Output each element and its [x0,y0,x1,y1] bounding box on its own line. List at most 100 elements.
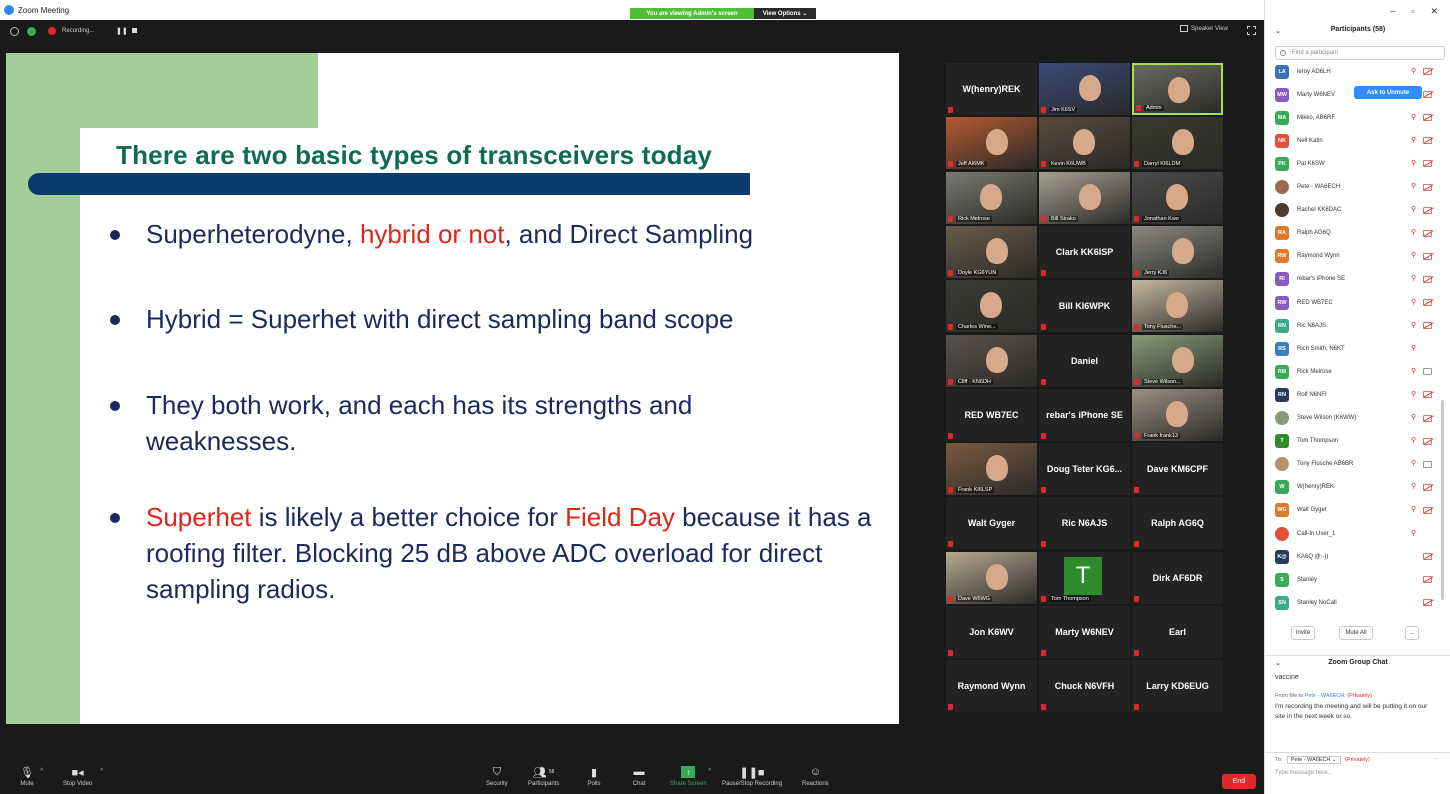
participant-row[interactable]: W W(henry)REK ⚲ [1265,476,1450,499]
participant-row[interactable]: PK Pat K6SW ⚲ [1265,152,1450,175]
mute-options-chevron-icon[interactable]: ^ [40,768,43,775]
video-tile[interactable]: Doyle KG6YUN [946,225,1037,278]
participant-name: Rick Melrose [1297,368,1332,375]
end-meeting-button[interactable]: End [1222,774,1256,789]
reactions-button[interactable]: ☺ Reactions [802,766,829,787]
video-tile[interactable]: Dave W6WG [946,551,1037,604]
mute-button[interactable]: 🎙︎ Mute [20,766,34,788]
participant-row[interactable]: Steve Wilson (K6WW) ⚲ [1265,407,1450,430]
participants-scrollbar[interactable] [1441,400,1444,600]
chat-button[interactable]: ▬ Chat [632,766,646,787]
share-options-chevron-icon[interactable]: ^ [708,768,711,775]
view-options-button[interactable]: View Options ⌄ [754,8,816,19]
video-options-chevron-icon[interactable]: ^ [100,768,103,775]
pause-recording-icon[interactable]: ❚❚ [116,27,128,35]
muted-mic-icon [1134,650,1139,656]
participant-row[interactable]: RI rebar's iPhone SE ⚲ [1265,268,1450,291]
maximize-icon[interactable]: ▫ [1411,6,1414,17]
participant-row[interactable]: Pete - WA6ECH ⚲ [1265,176,1450,199]
video-tile[interactable]: Larry KD6EUG [1132,660,1223,713]
fullscreen-icon[interactable] [1247,26,1256,35]
video-tile[interactable]: Daniel [1039,334,1130,387]
muted-mic-icon [1134,595,1139,602]
video-tile[interactable]: Steve Wilson... [1132,334,1223,387]
chat-message-input[interactable]: Type message here... [1275,770,1333,776]
video-tile[interactable]: Earl [1132,606,1223,658]
participant-row[interactable]: LA leroy AD6LH ⚲ [1265,60,1450,83]
video-tile[interactable]: Jeff AI6MK [946,117,1037,170]
chat-collapse-chevron-icon[interactable]: ⌄ [1275,659,1281,667]
video-tile[interactable]: Darryl KI6LDM [1132,117,1223,170]
video-tile[interactable]: Admin [1132,63,1223,115]
video-tile[interactable]: Tony Flusche... [1132,280,1223,333]
video-tile[interactable]: Marty W6NEV [1039,606,1130,658]
stop-video-button[interactable]: ■◂ Stop Video [63,766,92,788]
participant-row[interactable]: RN Rolf N6NFI ⚲ [1265,383,1450,406]
video-tile[interactable]: T Tom Thompson [1039,551,1130,604]
participant-row[interactable]: Rachel KK6DAC ⚲ [1265,199,1450,222]
participant-row[interactable]: MA Mikko, AB6RF ⚲ [1265,106,1450,129]
video-tile[interactable]: Cliff - KN6DH [946,334,1037,387]
participant-row[interactable]: RN Ric N6AJS ⚲ [1265,314,1450,337]
participant-search-input[interactable]: Find a participant [1275,46,1445,60]
muted-mic-icon [948,269,953,276]
participant-row[interactable]: K@ KA6Q @:-)) [1265,545,1450,568]
video-tile[interactable]: Ric N6AJS [1039,497,1130,550]
more-options-button[interactable]: ... [1405,626,1419,640]
stop-recording-icon[interactable] [132,28,137,33]
slide-bullet: Superheterodyne, hybrid or not, and Dire… [110,216,870,252]
collapse-chevron-icon[interactable]: ⌄ [1275,27,1281,35]
participant-row[interactable]: RM Rick Melrose ⚲ [1265,360,1450,383]
participant-row[interactable]: S Stanley [1265,568,1450,591]
video-tile[interactable]: Clark KK6ISP [1039,225,1130,278]
video-tile[interactable]: Doug Teter KG6... [1039,443,1130,496]
video-tile[interactable]: Charles Wine... [946,280,1037,333]
video-tile[interactable]: RED WB7EC [946,388,1037,441]
participant-row[interactable]: MW Marty W6NEV Ask to Unmute [1265,83,1450,106]
video-tile[interactable]: Raymond Wynn [946,660,1037,713]
video-tile[interactable]: W(henry)REK [946,63,1037,115]
video-tile[interactable]: Frank frank13 [1132,388,1223,441]
participant-row[interactable]: T Tom Thompson ⚲ [1265,430,1450,453]
participant-avatar: SN [1275,595,1289,610]
participant-row[interactable]: SN Stanley NoCall [1265,591,1450,614]
participant-row[interactable]: Tony Flusche AB6BR ⚲ [1265,453,1450,476]
video-tile[interactable]: Dirk AF6DR [1132,551,1223,604]
polls-button[interactable]: ▮ Polls [587,766,601,788]
video-tile[interactable]: Jonathan Kwo [1132,171,1223,224]
participant-row[interactable]: Call-In User_1 ⚲ [1265,522,1450,545]
shield-icon[interactable] [27,27,36,36]
pause-stop-recording-button[interactable]: ❚❚■ Pause/Stop Recording [722,766,782,788]
participants-button[interactable]: 👥︎ 58 Participants [528,766,559,788]
participant-row[interactable]: RW Raymond Wynn ⚲ [1265,245,1450,268]
video-tile[interactable]: Ralph AG6Q [1132,497,1223,550]
participant-row[interactable]: RA Ralph AG6Q ⚲ [1265,222,1450,245]
chat-more-icon[interactable]: ··· [1434,756,1440,762]
video-tile[interactable]: Walt Gyger [946,497,1037,550]
invite-button[interactable]: Invite [1291,626,1315,640]
close-icon[interactable]: ✕ [1430,6,1438,17]
participant-row[interactable]: NK Neil Katin ⚲ [1265,129,1450,152]
video-tile[interactable]: Jim K6SV [1039,63,1130,115]
security-button[interactable]: ⛉ Security [486,766,508,788]
participant-row[interactable]: RS Rich Smith, N6KT ⚲ [1265,337,1450,360]
video-tile[interactable]: Dave KM6CPF [1132,443,1223,496]
share-screen-button[interactable]: ↑ Share Screen [670,766,707,787]
speaker-view-button[interactable]: Speaker View [1180,25,1228,32]
chat-recipient-select[interactable]: Pete - WA6ECH ⌄ [1286,756,1341,764]
video-tile[interactable]: Rick Melrose [946,171,1037,224]
participant-row[interactable]: WG Walt Gyger ⚲ [1265,499,1450,522]
info-icon[interactable] [10,27,19,36]
video-tile[interactable]: Frank KI6LSP [946,443,1037,496]
ask-to-unmute-button[interactable]: Ask to Unmute [1354,86,1422,100]
minimize-icon[interactable]: – [1390,6,1395,17]
video-tile[interactable]: Jerry KJ6 [1132,225,1223,278]
video-tile[interactable]: Jon K6WV [946,606,1037,658]
video-tile[interactable]: Kevin K6UWB [1039,117,1130,170]
video-tile[interactable]: rebar's iPhone SE [1039,388,1130,441]
participant-row[interactable]: RW RED WB7EC ⚲ [1265,291,1450,314]
video-tile[interactable]: Bill Strako [1039,171,1130,224]
mute-all-button[interactable]: Mute All [1339,626,1373,640]
video-tile[interactable]: Chuck N6VFH [1039,660,1130,713]
video-tile[interactable]: Bill KI6WPK [1039,280,1130,333]
